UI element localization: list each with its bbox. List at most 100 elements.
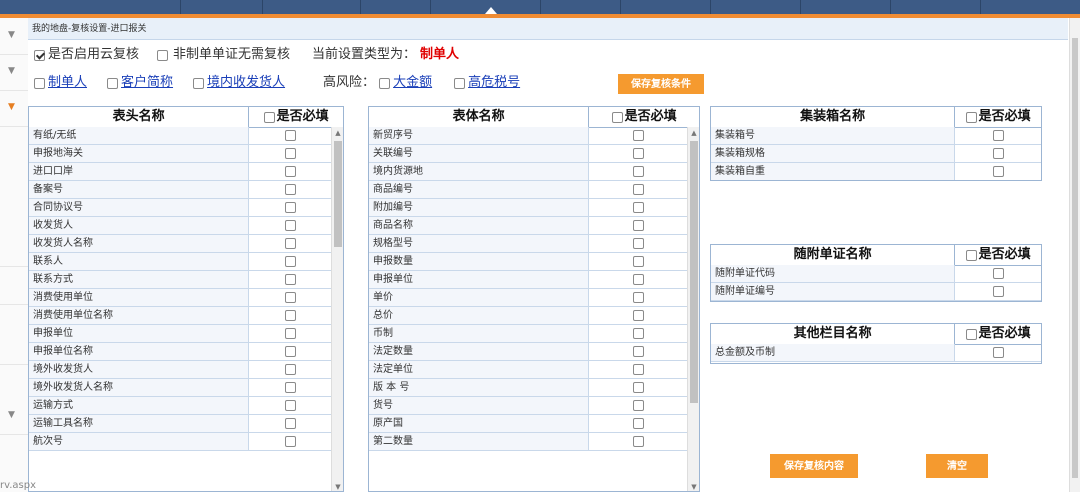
container-fields-table: 集装箱名称 是否必填 集装箱号 集装箱规格 集装箱自重 (710, 106, 1042, 181)
type-domestic-checkbox[interactable] (193, 77, 205, 89)
scroll-up-icon[interactable]: ▲ (332, 127, 343, 139)
required-checkbox[interactable] (284, 418, 296, 429)
scroll-thumb[interactable] (334, 141, 342, 247)
chevron-down-icon[interactable]: ▼ (8, 410, 15, 420)
required-checkbox[interactable] (632, 148, 644, 159)
required-checkbox[interactable] (632, 202, 644, 213)
page-scrollbar[interactable] (1069, 18, 1080, 492)
required-checkbox[interactable] (632, 418, 644, 429)
save-condition-button[interactable]: 保存复核条件 (618, 74, 704, 94)
sidebar-row[interactable]: ▼ (0, 90, 28, 127)
scrollbar[interactable]: ▲ ▼ (331, 127, 343, 491)
chevron-down-icon[interactable]: ▼ (8, 66, 15, 76)
required-checkbox[interactable] (632, 256, 644, 267)
required-checkbox[interactable] (284, 130, 296, 141)
type-domestic-link[interactable]: 境内收发货人 (207, 74, 285, 92)
column-name-header: 随附单证名称 (793, 247, 872, 262)
required-checkbox[interactable] (632, 436, 644, 447)
required-checkbox[interactable] (632, 400, 644, 411)
required-checkbox[interactable] (632, 184, 644, 195)
column-name-header: 表体名称 (452, 109, 505, 124)
nav-divider (620, 0, 621, 14)
required-checkbox[interactable] (284, 436, 296, 447)
required-checkbox[interactable] (632, 220, 644, 231)
type-customer-checkbox[interactable] (107, 77, 119, 89)
field-name-cell: 收发货人 (29, 217, 249, 234)
field-name-cell: 运输方式 (29, 397, 249, 414)
required-checkbox[interactable] (632, 382, 644, 393)
required-checkbox[interactable] (992, 286, 1004, 297)
required-checkbox[interactable] (284, 166, 296, 177)
required-checkbox[interactable] (284, 364, 296, 375)
type-customer-link[interactable]: 客户简称 (121, 74, 173, 92)
table-header: 表头名称 是否必填 (29, 107, 343, 128)
required-checkbox[interactable] (284, 220, 296, 231)
field-name-cell: 货号 (369, 397, 589, 414)
table-row: 集装箱自重 (711, 163, 1041, 180)
field-name-cell: 币制 (369, 325, 589, 342)
required-checkbox[interactable] (632, 130, 644, 141)
large-amount-link[interactable]: 大金额 (393, 74, 432, 92)
required-checkbox[interactable] (632, 328, 644, 339)
required-checkbox[interactable] (992, 268, 1004, 279)
select-all-required-checkbox[interactable] (965, 249, 977, 261)
required-checkbox[interactable] (632, 310, 644, 321)
required-checkbox[interactable] (284, 256, 296, 267)
save-content-button[interactable]: 保存复核内容 (770, 454, 858, 478)
required-cell (248, 433, 331, 450)
required-checkbox[interactable] (284, 274, 296, 285)
scroll-up-icon[interactable]: ▲ (688, 127, 699, 139)
field-name-cell: 合同协议号 (29, 199, 249, 216)
select-all-required-checkbox[interactable] (965, 328, 977, 340)
select-all-required-checkbox[interactable] (611, 111, 623, 123)
required-checkbox[interactable] (284, 148, 296, 159)
select-all-required-checkbox[interactable] (263, 111, 275, 123)
sidebar-row[interactable]: ▼ (0, 364, 28, 435)
sidebar-row[interactable]: ▼ (0, 18, 28, 55)
required-cell (248, 343, 331, 360)
required-checkbox[interactable] (284, 202, 296, 213)
required-checkbox[interactable] (632, 346, 644, 357)
required-checkbox[interactable] (284, 310, 296, 321)
required-cell (248, 271, 331, 288)
scrollbar[interactable]: ▲ ▼ (687, 127, 699, 491)
required-checkbox[interactable] (284, 238, 296, 249)
field-name-cell: 消费使用单位名称 (29, 307, 249, 324)
sidebar-row[interactable] (0, 126, 28, 267)
sidebar-row[interactable]: ▼ (0, 54, 28, 91)
required-checkbox[interactable] (284, 346, 296, 357)
required-checkbox[interactable] (284, 400, 296, 411)
scroll-thumb[interactable] (690, 141, 698, 403)
required-checkbox[interactable] (284, 184, 296, 195)
type-maker-checkbox[interactable] (34, 77, 45, 89)
required-checkbox[interactable] (284, 292, 296, 303)
high-risk-tax-link[interactable]: 高危税号 (468, 74, 520, 92)
required-checkbox[interactable] (632, 166, 644, 177)
enable-cloud-checkbox[interactable] (34, 49, 45, 61)
chevron-down-icon[interactable]: ▼ (8, 102, 15, 112)
scroll-down-icon[interactable]: ▼ (332, 481, 343, 491)
required-checkbox[interactable] (284, 382, 296, 393)
required-checkbox[interactable] (284, 328, 296, 339)
required-checkbox[interactable] (992, 130, 1004, 141)
scroll-down-icon[interactable]: ▼ (688, 481, 699, 491)
clear-button[interactable]: 清空 (926, 454, 988, 478)
required-checkbox[interactable] (632, 292, 644, 303)
required-checkbox[interactable] (992, 347, 1004, 358)
high-risk-tax-checkbox[interactable] (454, 77, 466, 89)
field-name-cell: 申报地海关 (29, 145, 249, 162)
chevron-down-icon[interactable]: ▼ (8, 30, 15, 40)
table-row: 单价 (369, 289, 687, 307)
non-maker-skip-checkbox[interactable] (157, 49, 169, 61)
sidebar-row[interactable] (0, 304, 28, 365)
required-checkbox[interactable] (992, 166, 1004, 177)
large-amount-checkbox[interactable] (379, 77, 391, 89)
sidebar-row[interactable] (0, 266, 28, 305)
required-checkbox[interactable] (632, 274, 644, 285)
type-maker-link[interactable]: 制单人 (48, 74, 87, 92)
scroll-thumb[interactable] (1072, 38, 1078, 478)
select-all-required-checkbox[interactable] (965, 111, 977, 123)
required-checkbox[interactable] (632, 364, 644, 375)
required-checkbox[interactable] (632, 238, 644, 249)
required-checkbox[interactable] (992, 148, 1004, 159)
